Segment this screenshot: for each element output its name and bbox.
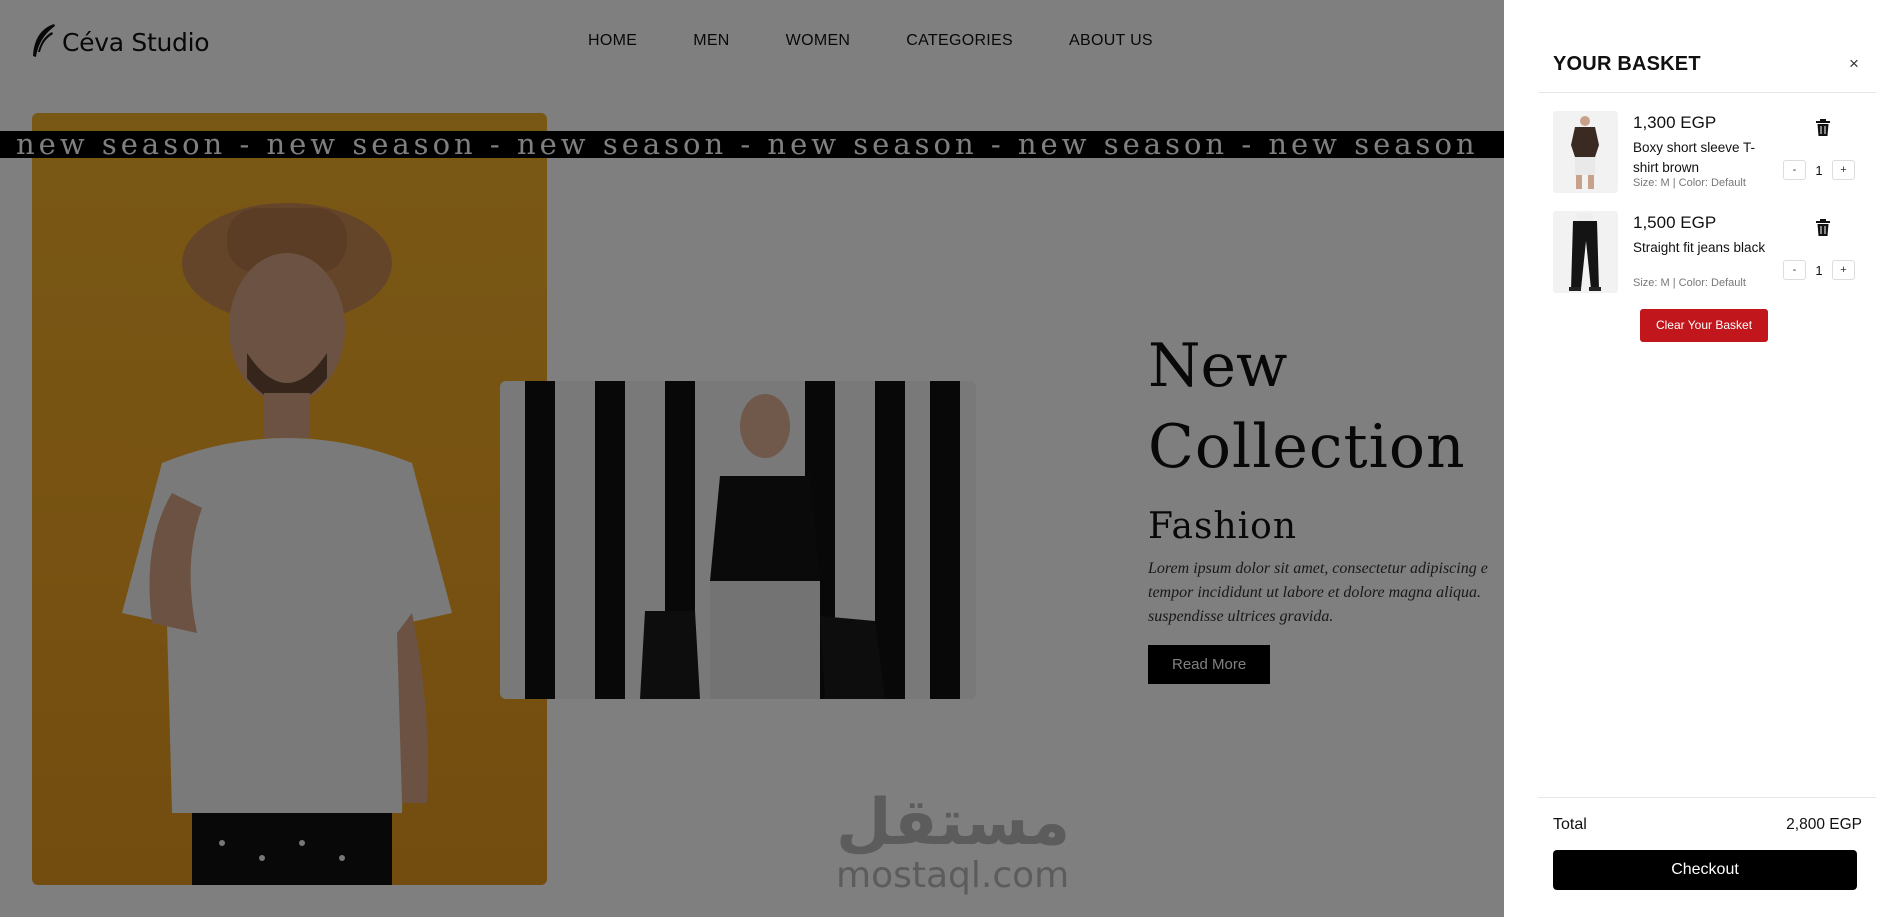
divider [1538, 92, 1876, 93]
item-price: 1,500 EGP [1633, 213, 1717, 232]
total-value: 2,800 EGP [1786, 816, 1862, 833]
decrease-quantity-button[interactable]: - [1783, 160, 1806, 180]
quantity-stepper: - 1 + [1783, 260, 1855, 280]
item-name[interactable]: Straight fit jeans black [1633, 238, 1768, 258]
increase-quantity-button[interactable]: + [1832, 160, 1855, 180]
basket-title: YOUR BASKET [1553, 53, 1701, 75]
item-price: 1,300 EGP [1633, 113, 1717, 132]
checkout-button[interactable]: Checkout [1553, 850, 1857, 890]
item-meta: Size: M | Color: Default [1633, 177, 1746, 189]
basket-drawer: YOUR BASKET × 1,300 EGP Boxy short sleev… [1504, 0, 1904, 917]
increase-quantity-button[interactable]: + [1832, 260, 1855, 280]
tshirt-model-image [1571, 116, 1599, 189]
product-thumbnail-jeans[interactable] [1553, 211, 1618, 293]
decrease-quantity-button[interactable]: - [1783, 260, 1806, 280]
basket-item: 1,300 EGP Boxy short sleeve T-shirt brow… [1553, 111, 1863, 197]
product-thumbnail-tshirt[interactable] [1553, 111, 1618, 193]
trash-icon[interactable] [1815, 119, 1831, 137]
basket-item: 1,500 EGP Straight fit jeans black Size:… [1553, 211, 1863, 297]
total-label: Total [1553, 816, 1587, 833]
quantity-value: 1 [1815, 162, 1823, 178]
item-name[interactable]: Boxy short sleeve T-shirt brown [1633, 138, 1768, 178]
item-meta: Size: M | Color: Default [1633, 277, 1746, 289]
drawer-backdrop-overlay[interactable] [0, 0, 1504, 917]
divider [1538, 797, 1876, 798]
quantity-stepper: - 1 + [1783, 160, 1855, 180]
quantity-value: 1 [1815, 262, 1823, 278]
jeans-model-image [1569, 213, 1601, 291]
close-icon[interactable]: × [1842, 52, 1866, 76]
trash-icon[interactable] [1815, 219, 1831, 237]
clear-basket-button[interactable]: Clear Your Basket [1640, 309, 1768, 342]
